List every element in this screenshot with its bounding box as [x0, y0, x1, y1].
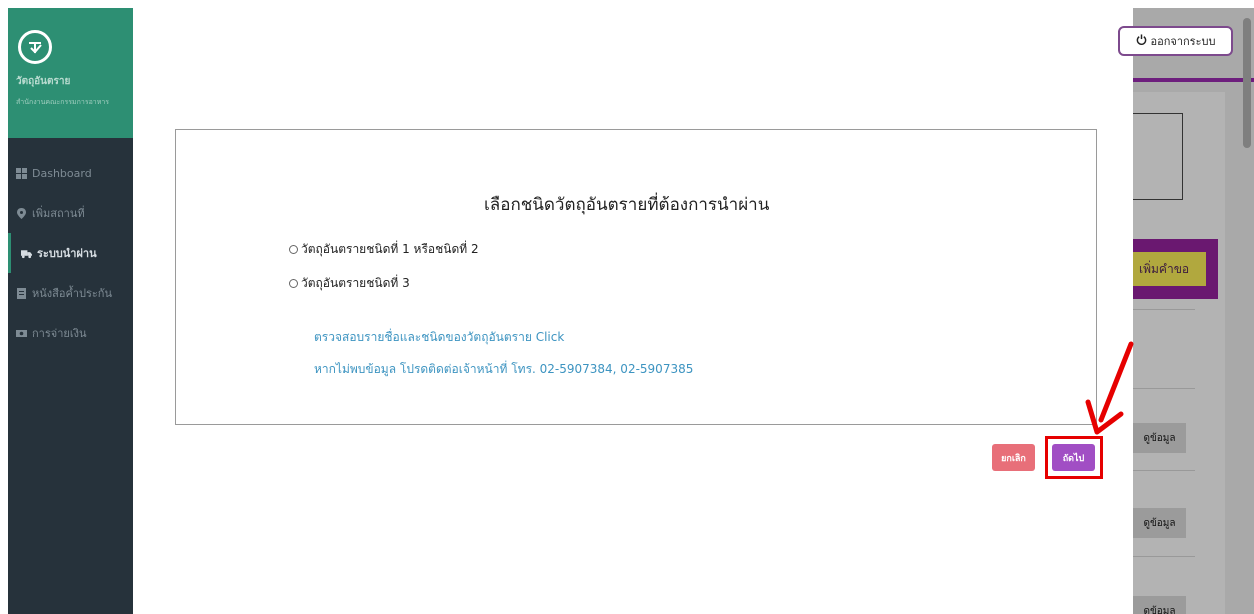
- sidebar-item-guarantee[interactable]: หนังสือค้ำประกัน: [8, 273, 140, 313]
- sidebar-item-payment[interactable]: การจ่ายเงิน: [8, 313, 140, 353]
- dialog-title: เลือกชนิดวัตถุอันตรายที่ต้องการนำผ่าน: [484, 195, 770, 215]
- sidebar-item-transit[interactable]: ระบบนำผ่าน: [8, 233, 140, 273]
- sidebar-item-label: เพิ่มสถานที่: [32, 207, 85, 220]
- logo-icon: [18, 30, 52, 64]
- sidebar-item-label: การจ่ายเงิน: [32, 327, 87, 340]
- sidebar-item-label: Dashboard: [32, 166, 92, 180]
- option-label: วัตถุอันตรายชนิดที่ 3: [301, 276, 410, 290]
- contact-info: หากไม่พบข้อมูล โปรดติดต่อเจ้าหน้าที่ โทร…: [314, 362, 694, 376]
- header-strip: [1133, 78, 1254, 82]
- divider: [1133, 388, 1195, 389]
- logout-label: ออกจากระบบ: [1150, 35, 1216, 48]
- brand-title: วัตถุอันตราย: [16, 76, 71, 87]
- grid-icon: [16, 167, 27, 179]
- sidebar-item-label: ระบบนำผ่าน: [37, 247, 97, 260]
- view-data-button[interactable]: ดูข้อมูล: [1133, 508, 1186, 538]
- add-request-button[interactable]: เพิ่มคำขอ: [1133, 252, 1206, 286]
- annotation-arrow-icon: [1085, 340, 1135, 444]
- type-selection-dialog: เลือกชนิดวัตถุอันตรายที่ต้องการนำผ่าน วั…: [175, 129, 1097, 425]
- check-list-link[interactable]: ตรวจสอบรายชื่อและชนิดของวัตถุอันตราย Cli…: [314, 328, 564, 347]
- divider: [1133, 309, 1195, 310]
- option-label: วัตถุอันตรายชนิดที่ 1 หรือชนิดที่ 2: [301, 242, 479, 256]
- option-type-3[interactable]: วัตถุอันตรายชนิดที่ 3: [289, 274, 410, 293]
- truck-icon: [21, 248, 32, 259]
- divider: [1133, 470, 1195, 471]
- logout-button[interactable]: ออกจากระบบ: [1118, 26, 1233, 56]
- radio-icon[interactable]: [289, 279, 298, 288]
- info-box: [1133, 113, 1183, 200]
- money-icon: [16, 328, 27, 339]
- power-icon: [1136, 34, 1147, 48]
- radio-icon[interactable]: [289, 245, 298, 254]
- top-frame: [0, 0, 1254, 8]
- cancel-button[interactable]: ยกเลิก: [992, 444, 1035, 471]
- document-icon: [16, 287, 27, 299]
- view-data-button[interactable]: ดูข้อมูล: [1133, 596, 1186, 614]
- sidebar-item-add-location[interactable]: เพิ่มสถานที่: [8, 193, 140, 233]
- sidebar: วัตถุอันตราย สำนักงานคณะกรรมการอาหาร Das…: [8, 8, 140, 614]
- view-data-button[interactable]: ดูข้อมูล: [1133, 423, 1186, 453]
- sidebar-nav: Dashboard เพิ่มสถานที่ ระบบนำผ่าน หนังสื…: [8, 138, 140, 353]
- sidebar-item-label: หนังสือค้ำประกัน: [32, 287, 112, 300]
- brand-subtitle: สำนักงานคณะกรรมการอาหาร: [16, 98, 110, 106]
- scrollbar[interactable]: [1243, 18, 1251, 148]
- option-type-1-2[interactable]: วัตถุอันตรายชนิดที่ 1 หรือชนิดที่ 2: [289, 240, 479, 259]
- divider: [1133, 556, 1195, 557]
- map-pin-icon: [16, 207, 27, 219]
- sidebar-brand: วัตถุอันตราย สำนักงานคณะกรรมการอาหาร: [8, 8, 140, 138]
- sidebar-item-dashboard[interactable]: Dashboard: [8, 153, 140, 193]
